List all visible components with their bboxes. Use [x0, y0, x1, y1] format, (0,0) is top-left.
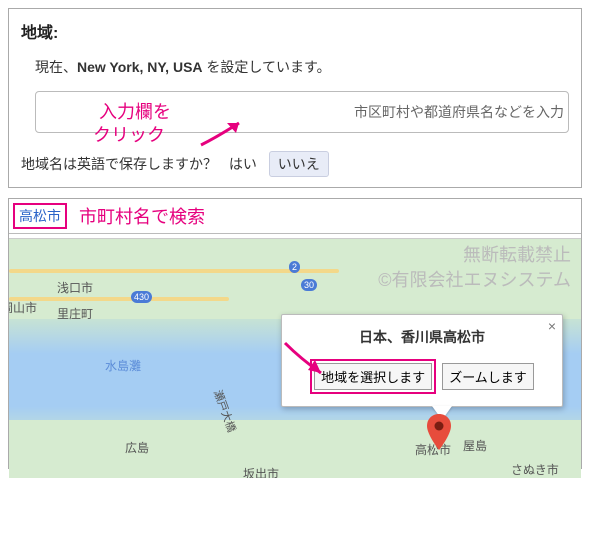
current-location-line: 現在、New York, NY, USA を設定しています。 [35, 57, 569, 77]
city-label: 坂出市 [243, 465, 279, 478]
zoom-button[interactable]: ズームします [442, 363, 534, 390]
save-question: 地域名は英語で保存しますか？ [21, 156, 217, 172]
city-label: 浅口市 [57, 279, 93, 296]
current-location-value: New York, NY, USA [77, 59, 203, 75]
region-title: 地域: [21, 19, 569, 43]
map-infowindow: × 日本、香川県高松市 地域を選択します ズームします [281, 314, 563, 407]
city-label: 岡山市 [9, 299, 37, 316]
route-badge-30: 30 [301, 279, 317, 291]
route-badge-430: 430 [131, 291, 152, 303]
map-marker-icon[interactable] [427, 414, 451, 450]
infowindow-title: 日本、香川県高松市 [294, 327, 550, 347]
save-no-button[interactable]: いいえ [269, 151, 329, 177]
save-yes-option[interactable]: はい [229, 156, 257, 172]
infowindow-buttons: 地域を選択します ズームします [294, 359, 550, 394]
select-region-highlight: 地域を選択します [310, 359, 436, 394]
current-prefix: 現在、 [35, 59, 77, 75]
current-suffix: を設定しています。 [203, 59, 331, 75]
map-search-row: 高松市 市町村名で検索 [9, 199, 581, 234]
city-label: 広島 [125, 439, 149, 456]
map-panel: 高松市 市町村名で検索 2 30 430 浅口市 岡山市 里庄町 水島灘 広島 … [8, 198, 582, 469]
search-term[interactable]: 高松市 [13, 203, 67, 229]
location-input[interactable]: 市区町村や都道府県名などを入力 [35, 91, 569, 133]
save-english-line: 地域名は英語で保存しますか？ はい いいえ [21, 151, 569, 177]
select-region-button[interactable]: 地域を選択します [314, 363, 432, 390]
city-label: さぬき市 [511, 461, 559, 478]
city-label: 里庄町 [57, 305, 93, 322]
city-label: 屋島 [463, 437, 487, 454]
region-panel: 地域: 現在、New York, NY, USA を設定しています。 市区町村や… [8, 8, 582, 188]
location-input-placeholder: 市区町村や都道府県名などを入力 [354, 102, 564, 122]
road [9, 297, 229, 301]
map[interactable]: 2 30 430 浅口市 岡山市 里庄町 水島灘 広島 坂出市 高松市 屋島 さ… [9, 238, 581, 478]
sea-label: 水島灘 [105, 357, 141, 374]
infowindow-close-icon[interactable]: × [548, 319, 556, 333]
search-hint-annotation: 市町村名で検索 [79, 203, 205, 229]
route-badge-2: 2 [289, 261, 300, 273]
